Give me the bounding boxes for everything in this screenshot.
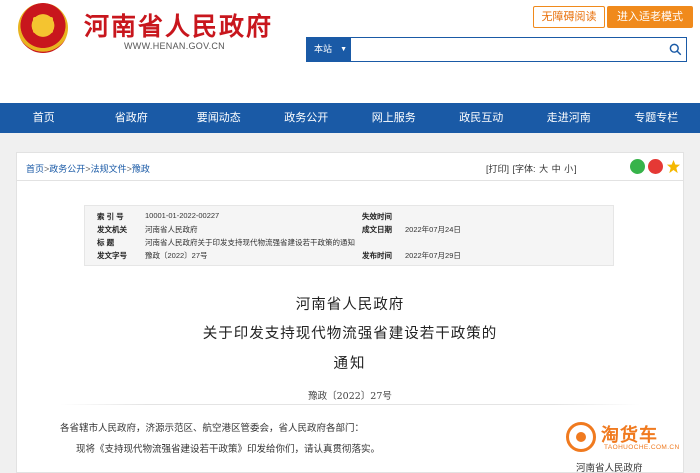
document-title-line-2: 关于印发支持现代物流强省建设若干政策的 [202,326,498,342]
article-tools: [打印] [字体: 大 中 小] [486,162,578,175]
nav-item-topics[interactable]: 专题专栏 [613,103,700,133]
expire-label: 失效时间 [362,212,392,221]
weibo-share-icon[interactable] [648,159,663,174]
publish-date-value: 2022年07月29日 [405,251,461,260]
site-title[interactable]: 河南省人民政府 [84,7,273,43]
breadcrumb: 首页>政务公开>法规文件>豫政 [26,162,150,175]
index-number-label: 索 引 号 [97,212,124,221]
elder-mode-button[interactable]: 进入适老模式 [607,6,693,28]
breadcrumb-yuzheng[interactable]: 豫政 [132,164,150,174]
doc-number-value: 豫政〔2022〕27号 [145,251,208,260]
issuer-label: 发文机关 [97,225,127,234]
print-button[interactable]: [打印] [486,164,509,174]
divider [16,180,684,181]
breadcrumb-public-affairs[interactable]: 政务公开 [49,164,85,174]
search-bar: 本站 ▼ [306,37,687,62]
nav-item-about-henan[interactable]: 走进河南 [525,103,613,133]
nav-item-news[interactable]: 要闻动态 [175,103,263,133]
divider [60,404,640,405]
nav-item-interaction[interactable]: 政民互动 [438,103,526,133]
site-header: 河南省人民政府 WWW.HENAN.GOV.CN 无障碍阅读 进入适老模式 本站… [0,0,700,103]
search-icon[interactable] [669,43,682,56]
subject-label: 标 题 [97,238,115,247]
document-title-line-1: 河南省人民政府 [295,297,405,313]
watermark-url: TAOHUOCHE.COM.CN [604,444,680,451]
national-emblem-icon [18,3,68,53]
site-url: WWW.HENAN.GOV.CN [124,41,225,51]
paragraph-recipients: 各省辖市人民政府，济源示范区、航空港区管委会，省人民政府各部门： [60,423,365,434]
wechat-share-icon[interactable] [630,159,645,174]
nav-item-public-affairs[interactable]: 政务公开 [263,103,351,133]
chevron-down-icon: ▼ [340,46,347,53]
paragraph-body: 现将《支持现代物流强省建设若干政策》印发给你们，请认真贯彻落实。 [76,444,381,455]
breadcrumb-home[interactable]: 首页 [26,164,44,174]
watermark-logo-icon [566,422,596,452]
font-medium-button[interactable]: 中 [552,164,561,174]
nav-item-government[interactable]: 省政府 [88,103,176,133]
subject-value: 河南省人民政府关于印发支持现代物流强省建设若干政策的通知 [145,238,355,247]
written-date-label: 成文日期 [362,225,392,234]
index-number-value: 10001-01-2022-00227 [145,211,220,220]
document-info-table: 索 引 号 10001-01-2022-00227 发文机关 河南省人民政府 标… [84,205,614,266]
written-date-value: 2022年07月24日 [405,225,461,234]
issuer-value: 河南省人民政府 [145,225,198,234]
qzone-share-icon[interactable] [666,159,681,174]
accessibility-button[interactable]: 无障碍阅读 [533,6,605,28]
footer-issuer: 河南省人民政府 [576,463,643,473]
search-scope-label: 本站 [314,44,333,54]
publish-date-label: 发布时间 [362,251,392,260]
font-size-close: ] [574,164,577,174]
main-nav: 首页 省政府 要闻动态 政务公开 网上服务 政民互动 走进河南 专题专栏 [0,103,700,133]
document-title-line-3: 通知 [333,356,367,372]
document-number: 豫政〔2022〕27号 [308,391,392,402]
search-scope-select[interactable]: 本站 ▼ [307,38,351,61]
search-input[interactable] [353,38,673,61]
font-size-label: [字体: [512,164,536,174]
nav-item-home[interactable]: 首页 [0,103,88,133]
nav-item-online-services[interactable]: 网上服务 [350,103,438,133]
font-large-button[interactable]: 大 [539,164,548,174]
font-small-button[interactable]: 小 [564,164,573,174]
breadcrumb-regulations[interactable]: 法规文件 [91,164,127,174]
doc-number-label: 发文字号 [97,251,127,260]
